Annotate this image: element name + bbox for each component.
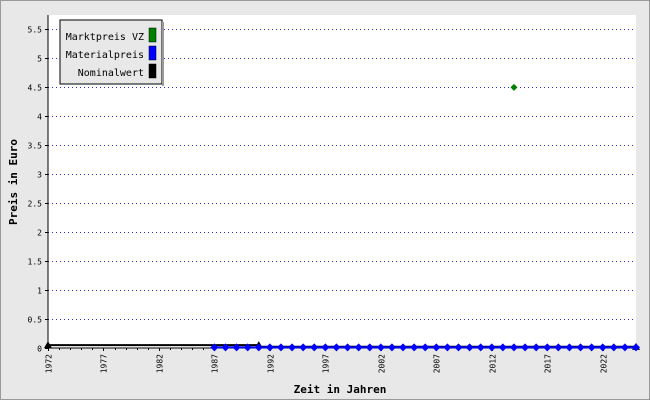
legend-swatch-materialpreis [148,45,157,61]
y-tick-label: 2 [37,229,42,238]
x-tick-label: 1997 [322,354,331,373]
y-axis-ticks: 0 0.5 1 1.5 2 2.5 3 3.5 4 4.5 5 5.5 [28,26,48,354]
x-axis-label: Zeit in Jahren [294,383,387,396]
x-tick-label: 2012 [489,354,498,373]
legend-shadow [162,22,164,86]
y-tick-label: 1 [37,287,42,296]
y-tick-label: 3 [37,171,42,180]
y-tick-label: 0 [37,345,42,354]
y-tick-label: 0.5 [28,316,43,325]
x-tick-label: 2007 [433,354,442,373]
x-tick-label: 2017 [544,354,553,373]
x-tick-label: 1972 [45,354,54,373]
y-axis-label: Preis in Euro [7,139,20,225]
legend-swatch-marktpreis [148,27,157,43]
legend-label-materialpreis: Materialpreis [66,50,144,61]
legend: Marktpreis VZ Materialpreis Nominalwert [59,19,164,86]
y-tick-label: 4.5 [28,84,43,93]
x-tick-label: 2002 [378,354,387,373]
y-tick-label: 1.5 [28,258,43,267]
legend-swatch-nominalwert [148,63,157,79]
y-tick-label: 5.5 [28,26,43,35]
x-tick-label: 1992 [267,354,276,373]
y-tick-label: 2.5 [28,200,43,209]
y-tick-label: 3.5 [28,142,43,151]
x-tick-label: 2022 [600,354,609,373]
chart: 0 0.5 1 1.5 2 2.5 3 3.5 4 4.5 5 5.5 1972 1977 1982 198… [7,15,640,396]
legend-label-nominalwert: Nominalwert [78,68,144,79]
legend-label-marktpreis: Marktpreis VZ [66,32,144,43]
y-tick-label: 4 [37,113,42,122]
x-axis-ticks: 1972 1977 1982 1987 1992 1997 2002 2007 2012 2017… [45,348,637,373]
x-tick-label: 1987 [211,354,220,373]
y-tick-label: 5 [37,55,42,64]
x-tick-label: 1977 [100,354,109,373]
x-tick-label: 1982 [156,354,165,373]
